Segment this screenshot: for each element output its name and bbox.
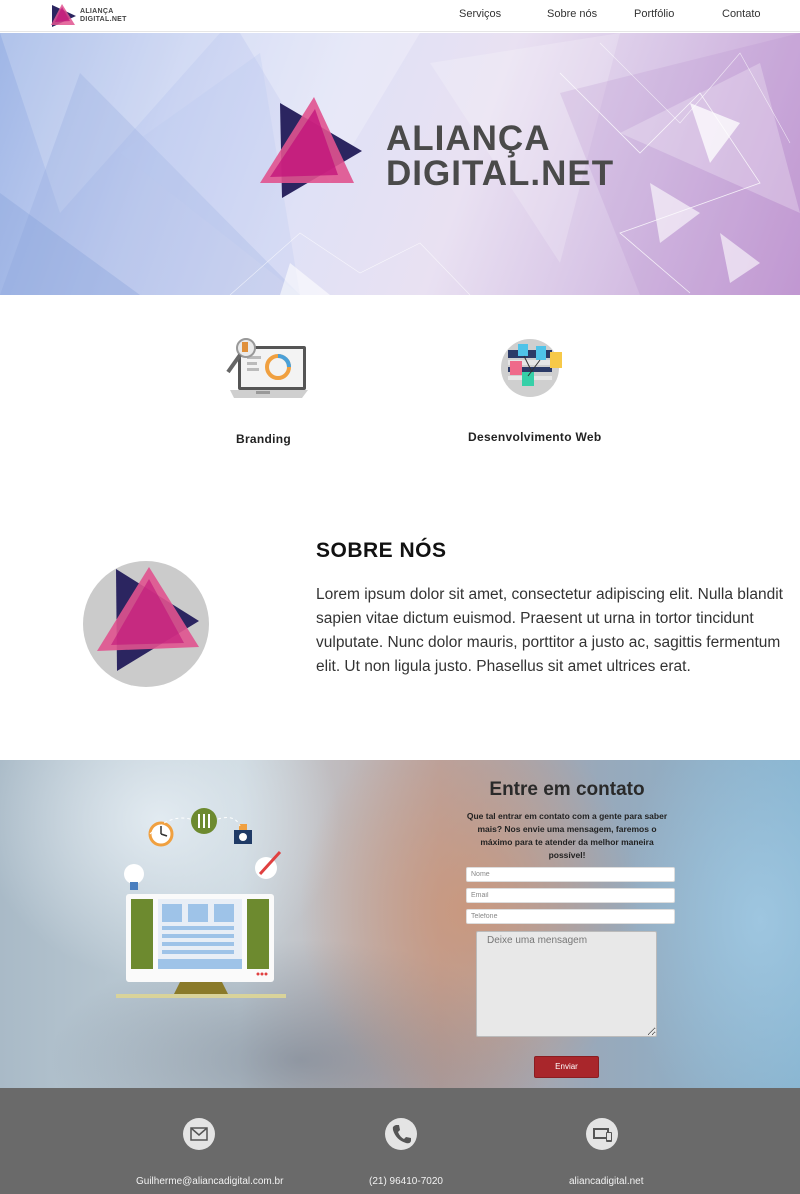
desktop-workspace-illustration <box>116 808 286 998</box>
about-text: Lorem ipsum dolor sit amet, consectetur … <box>316 586 783 675</box>
footer: Guilherme@aliancadigital.com.br (21) 964… <box>0 1088 800 1194</box>
contact-subtitle: Que tal entrar em contato com a gente pa… <box>466 811 668 860</box>
hero-brand-line2: DIGITAL.NET <box>386 154 615 193</box>
nav-link-servicos[interactable]: Serviços <box>459 8 501 20</box>
laptop-analytics-icon <box>226 338 308 398</box>
phone-input[interactable] <box>466 909 675 924</box>
nav-link-sobre-nos[interactable]: Sobre nós <box>547 8 597 20</box>
footer-site[interactable]: aliancadigital.net <box>569 1176 644 1187</box>
name-input[interactable] <box>466 867 675 882</box>
top-navbar: ALIANÇA DIGITAL.NET Serviços Sobre nós P… <box>0 0 800 32</box>
devices-icon <box>586 1118 618 1150</box>
contact-title: Entre em contato <box>489 779 645 800</box>
message-textarea[interactable] <box>476 931 657 1037</box>
nav-links: Serviços Sobre nós Portfólio Contato <box>0 0 800 32</box>
envelope-icon <box>183 1118 215 1150</box>
web-development-icon <box>501 339 562 397</box>
nav-link-contato[interactable]: Contato <box>722 8 761 20</box>
phone-icon <box>385 1118 417 1150</box>
about-title: SOBRE NÓS <box>316 539 447 562</box>
nav-link-portfolio[interactable]: Portfólio <box>634 8 674 20</box>
web-development-label: Desenvolvimento Web <box>468 430 602 444</box>
contact-section: Entre em contato Que tal entrar em conta… <box>0 760 800 1088</box>
hero-brand-line1: ALIANÇA <box>386 119 551 158</box>
send-button[interactable]: Enviar <box>534 1056 599 1078</box>
footer-phone[interactable]: (21) 96410-7020 <box>369 1176 443 1187</box>
about-logo-icon <box>83 561 209 687</box>
email-input[interactable] <box>466 888 675 903</box>
web-development-card[interactable] <box>498 336 566 398</box>
footer-email[interactable]: Guilherme@aliancadigital.com.br <box>136 1176 283 1187</box>
branding-card[interactable] <box>216 334 308 404</box>
branding-label: Branding <box>236 432 292 446</box>
hero-banner: ALIANÇA DIGITAL.NET <box>0 33 800 295</box>
hero-brand-title: ALIANÇA DIGITAL.NET <box>386 121 614 191</box>
